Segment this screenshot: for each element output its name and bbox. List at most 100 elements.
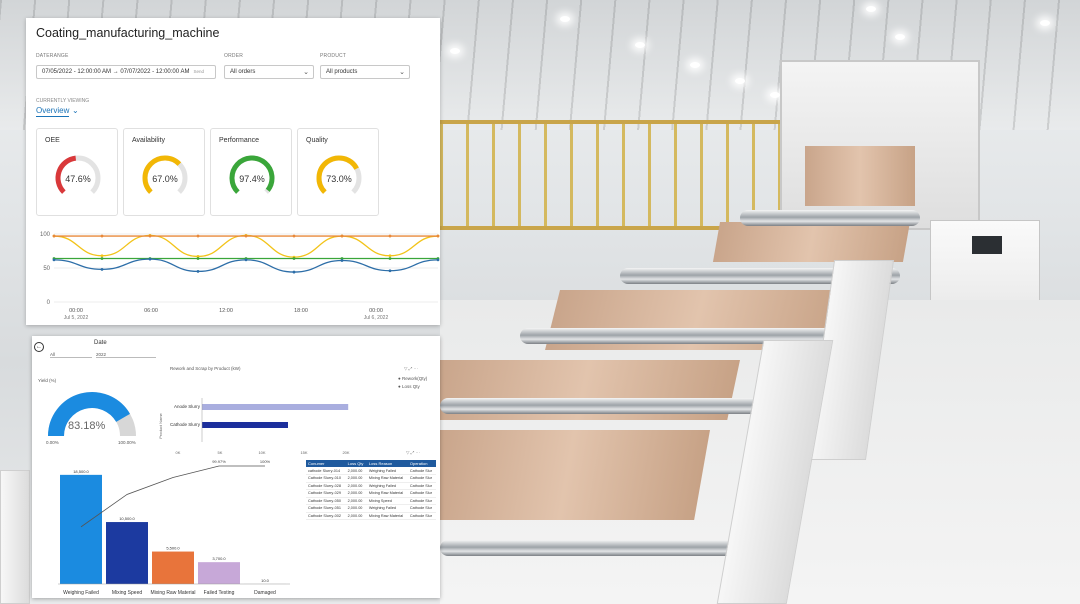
series-point bbox=[244, 234, 248, 238]
table-header-cell[interactable]: Operation bbox=[407, 460, 436, 467]
kpi-card[interactable]: Quality 73.0% bbox=[297, 128, 379, 216]
product-value: All products bbox=[326, 69, 358, 75]
currently-viewing-label: CURRENTLY VIEWING bbox=[36, 98, 90, 104]
coated-foil-sheet bbox=[424, 430, 710, 520]
filter-icon[interactable]: ▽ ⤢ ⋯ bbox=[404, 366, 418, 372]
chevron-down-icon[interactable]: ⌄ bbox=[72, 106, 79, 115]
ceiling-lamp bbox=[895, 34, 905, 40]
table-cell: Mixing Speed bbox=[366, 497, 408, 505]
table-row[interactable]: Cathode Slurry-029 2,000.00 Mixing Raw Mat… bbox=[306, 489, 436, 498]
coated-foil-sheet bbox=[805, 146, 915, 206]
table-cell: Cathode Slurry-028 bbox=[306, 482, 346, 490]
product-label: Cathode Slurry bbox=[170, 422, 201, 427]
steel-roller bbox=[740, 210, 920, 226]
cumulative-label: 99.97% bbox=[212, 459, 226, 464]
table-cell: Cathode Slurry-050 bbox=[306, 497, 346, 505]
yield-label: Yield (%) bbox=[38, 378, 57, 383]
series-point bbox=[196, 257, 200, 260]
daterange-field[interactable]: 07/05/2022 - 12:00:00 AM → 07/07/2022 - … bbox=[36, 65, 216, 79]
table-cell: 2,000.00 bbox=[345, 467, 367, 475]
kpi-value: 67.0% bbox=[152, 174, 178, 184]
ceiling-lamp bbox=[560, 16, 570, 22]
ceiling-lamp bbox=[770, 92, 780, 98]
table-header-cell[interactable]: Loss Reason bbox=[366, 460, 408, 467]
table-cell: 2,000.00 bbox=[345, 497, 367, 505]
kpi-label: Performance bbox=[219, 137, 260, 144]
series-point bbox=[388, 234, 392, 238]
table-row[interactable]: cathode Slurry-014 2,000.00 Weighing Faile… bbox=[306, 467, 436, 475]
loss-table: Conumer Loss Qty Loss Reason Operation cath… bbox=[306, 460, 436, 520]
legend-loss: ● Loss Qty bbox=[398, 384, 420, 389]
table-row[interactable]: Cathode Slurry-050 2,000.00 Mixing Speed Ca… bbox=[306, 497, 436, 505]
x-tick-label: 5K bbox=[218, 450, 223, 455]
table-cell: Weighing Failed bbox=[366, 467, 408, 475]
daterange-value: 07/05/2022 - 12:00:00 AM → 07/07/2022 - … bbox=[42, 69, 190, 75]
table-row[interactable]: Cathode Slurry-010 2,000.00 Mixing Raw Mat… bbox=[306, 474, 436, 483]
table-cell: Weighing Failed bbox=[366, 504, 408, 513]
y-tick-label: 0 bbox=[47, 300, 51, 306]
order-select[interactable]: All orders ⌄ bbox=[224, 65, 314, 79]
legend-loss-label: Loss Qty bbox=[401, 384, 420, 389]
slicer-all-value: All bbox=[50, 352, 56, 357]
slicer-all[interactable]: All bbox=[50, 352, 92, 358]
x-tick-label: 0K bbox=[176, 450, 181, 455]
ceiling-lamp bbox=[690, 62, 700, 68]
x-tick-label: 12:00 bbox=[219, 308, 233, 314]
table-header-cell[interactable]: Loss Qty bbox=[345, 460, 367, 467]
table-cell: Cathode Slur bbox=[407, 482, 436, 490]
series-point bbox=[100, 267, 104, 271]
series-point bbox=[52, 258, 56, 262]
table-row[interactable]: Cathode Slurry-051 2,000.00 Weighing Faile… bbox=[306, 504, 436, 513]
chevron-down-icon: ⌄ bbox=[399, 69, 405, 76]
series-point bbox=[388, 257, 392, 260]
y-tick-label: 100 bbox=[40, 232, 51, 238]
product-select[interactable]: All products ⌄ bbox=[320, 65, 410, 79]
back-arrow-icon[interactable]: ← bbox=[34, 342, 44, 352]
slicer-year[interactable]: 2022 bbox=[96, 352, 156, 358]
daterange-label: DATERANGE bbox=[36, 53, 69, 59]
table-cell: Cathode Slur bbox=[407, 504, 436, 513]
ceiling-lamp bbox=[635, 42, 645, 48]
x-tick-label: 18:00 bbox=[294, 308, 308, 314]
slicer-year-value: 2022 bbox=[96, 352, 107, 357]
rework-scrap-chart: Product Name Anode Slurry Cathode Slurry 0K… bbox=[158, 398, 350, 455]
category-label: Failed Testing bbox=[204, 590, 235, 596]
kpi-card[interactable]: Availability 67.0% bbox=[123, 128, 205, 216]
chevron-down-icon: ⌄ bbox=[303, 69, 309, 76]
table-cell: 2,000.00 bbox=[345, 504, 367, 513]
category-label: Mixing Speed bbox=[112, 590, 143, 596]
series-point bbox=[292, 270, 296, 274]
series-point bbox=[340, 259, 344, 262]
ceiling-lamp bbox=[450, 48, 460, 54]
kpi-card[interactable]: Performance 97.4% bbox=[210, 128, 292, 216]
daterange-clear[interactable]: Send bbox=[193, 69, 204, 74]
series-point bbox=[148, 234, 152, 238]
kpi-value: 73.0% bbox=[326, 174, 352, 184]
table-filter-icon[interactable]: ▽ ⤢ ⋯ bbox=[406, 450, 420, 456]
table-cell: Weighing Failed bbox=[366, 482, 408, 490]
x-tick-label: 00:00 bbox=[69, 308, 83, 314]
yield-min: 0.00% bbox=[46, 440, 59, 445]
table-header-cell[interactable]: Conumer bbox=[306, 460, 346, 467]
table-row[interactable]: Cathode Slurry-002 2,000.00 Mixing Raw Mat… bbox=[306, 512, 436, 520]
kpi-card[interactable]: OEE 47.6% bbox=[36, 128, 118, 216]
kpi-label: OEE bbox=[45, 137, 60, 144]
table-cell: Cathode Slur bbox=[407, 467, 436, 475]
table-row[interactable]: Cathode Slurry-028 2,000.00 Weighing Faile… bbox=[306, 482, 436, 490]
date-slicer-label: Date bbox=[94, 340, 107, 346]
bar-value-label: 3,700.0 bbox=[212, 556, 226, 561]
series-point bbox=[148, 257, 152, 261]
ceiling-lamp bbox=[866, 6, 876, 12]
series-point bbox=[292, 234, 296, 238]
series-point bbox=[100, 254, 104, 258]
table-cell: Cathode Slurry-051 bbox=[306, 504, 346, 513]
kpi-value: 97.4% bbox=[239, 174, 265, 184]
kpi-value: 47.6% bbox=[65, 174, 91, 184]
coated-foil-sheet bbox=[712, 222, 910, 262]
category-label: Weighing Failed bbox=[63, 590, 99, 596]
pareto-bar bbox=[106, 522, 148, 584]
yield-max: 100.00% bbox=[118, 440, 136, 445]
ceiling-lamp bbox=[1040, 20, 1050, 26]
table-cell: Cathode Slur bbox=[407, 474, 436, 483]
view-selector[interactable]: Overview bbox=[36, 106, 70, 117]
